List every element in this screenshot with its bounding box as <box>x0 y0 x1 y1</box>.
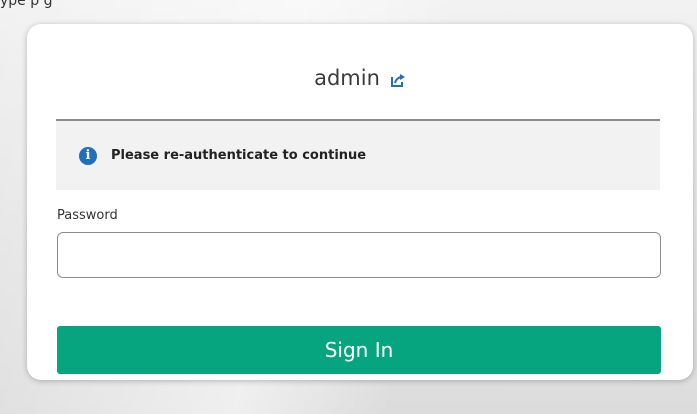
sign-in-button[interactable]: Sign In <box>57 326 661 374</box>
background-text: ype p g <box>0 0 53 9</box>
password-label: Password <box>57 208 118 223</box>
reauth-dialog: admin i Please re-authenticate to contin… <box>27 24 693 380</box>
external-link-icon[interactable] <box>390 72 406 88</box>
user-header: admin <box>27 62 693 94</box>
reauth-notice: i Please re-authenticate to continue <box>56 119 660 190</box>
info-icon: i <box>79 146 97 165</box>
username-label: admin <box>314 66 380 90</box>
password-input[interactable] <box>57 232 661 278</box>
notice-text: Please re-authenticate to continue <box>111 148 367 163</box>
